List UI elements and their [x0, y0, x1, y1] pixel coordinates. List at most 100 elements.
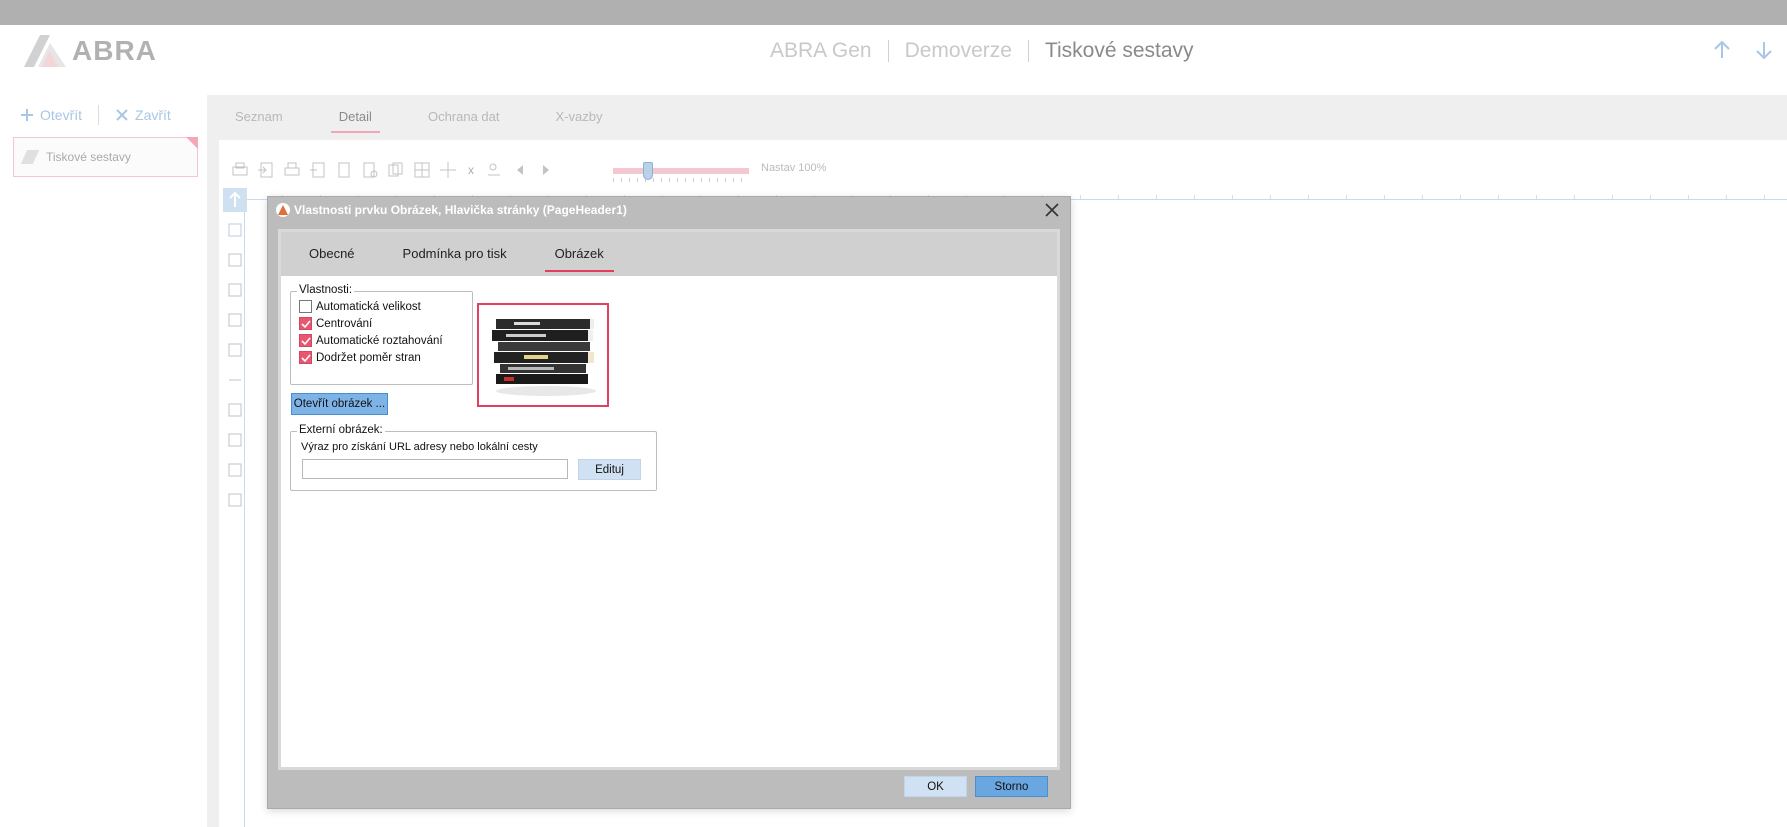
checkbox-box[interactable] [299, 334, 312, 347]
zoom-track [613, 168, 749, 174]
tab-data-protection[interactable]: Ochrana dat [428, 95, 500, 133]
abra-logo-icon [24, 35, 66, 67]
checkbox-box[interactable] [299, 300, 312, 313]
record-navigation [1709, 37, 1777, 63]
chart-element-icon[interactable] [223, 428, 247, 452]
plus-icon [21, 109, 33, 121]
shape-icon[interactable] [223, 338, 247, 362]
dialog-title-bar: Vlastnosti prvku Obrázek, Hlavička strán… [268, 197, 1070, 223]
subreport-icon[interactable] [223, 308, 247, 332]
open-agenda-button[interactable]: Otevřít [20, 107, 82, 123]
checkbox-label: Dodržet poměr stran [316, 351, 421, 364]
breadcrumb: ABRA Gen Demoverze Tiskové sestavy [770, 39, 1194, 63]
page-settings-icon[interactable] [359, 159, 381, 181]
breadcrumb-item-company[interactable]: Demoverze [905, 39, 1012, 63]
close-agenda-label: Zavřít [135, 107, 171, 123]
external-label: Výraz pro získání URL adresy nebo lokáln… [301, 441, 538, 453]
checkmark-icon [300, 319, 311, 328]
zoom-label[interactable]: Nastav 100% [761, 162, 826, 174]
print-icon[interactable] [281, 159, 303, 181]
open-image-button[interactable]: Otevřít obrázek ... [291, 393, 388, 415]
x-coordinate-icon: x [468, 163, 474, 177]
zoom-slider[interactable] [613, 162, 749, 186]
properties-dialog: Vlastnosti prvku Obrázek, Hlavička strán… [267, 196, 1071, 809]
checkbox-box[interactable] [299, 317, 312, 330]
external-image-input[interactable] [302, 459, 568, 479]
copy-icon[interactable] [385, 159, 407, 181]
left-actions: Otevřít Zavřít [20, 105, 171, 125]
page-icon[interactable] [333, 159, 355, 181]
external-legend: Externí obrázek: [297, 424, 385, 436]
tab-list[interactable]: Seznam [235, 95, 283, 133]
designer-toolbar: x [229, 158, 557, 182]
checkmark-icon [300, 353, 311, 362]
close-icon[interactable] [1042, 200, 1062, 220]
move-icon[interactable] [437, 159, 459, 181]
close-icon [116, 109, 128, 121]
app-header: ABRA ABRA Gen Demoverze Tiskové sestavy [0, 25, 1787, 95]
tab-general[interactable]: Obecné [309, 232, 355, 272]
keep-aspect-ratio-checkbox[interactable]: Dodržet poměr stran [299, 351, 421, 364]
image-element-icon[interactable] [223, 278, 247, 302]
arrow-up-icon[interactable] [1709, 37, 1735, 63]
dialog-tabs: Obecné Podmínka pro tisk Obrázek [281, 232, 1057, 276]
auto-stretch-checkbox[interactable]: Automatické roztahování [299, 334, 443, 347]
export-icon[interactable] [255, 159, 277, 181]
text-field-icon[interactable] [223, 218, 247, 242]
properties-group: Vlastnosti: Automatická velikost Centrov… [290, 284, 473, 385]
checkbox-label: Automatická velikost [316, 300, 421, 313]
close-agenda-button[interactable]: Zavřít [115, 107, 171, 123]
books-image-icon [492, 319, 596, 396]
abra-logo: ABRA [24, 35, 157, 67]
edit-button[interactable]: Edituj [578, 459, 641, 480]
properties-legend: Vlastnosti: [297, 284, 355, 296]
tab-detail[interactable]: Detail [330, 95, 381, 133]
checkmark-icon [300, 336, 311, 345]
agenda-corner-marker [186, 137, 198, 149]
cancel-button[interactable]: Storno [975, 776, 1048, 797]
external-image-group: Externí obrázek: Výraz pro získání URL a… [290, 424, 657, 491]
main-tabs: Seznam Detail Ochrana dat X-vazby [207, 95, 630, 140]
abra-app-icon [276, 203, 290, 217]
checkbox-label: Automatické roztahování [316, 334, 443, 347]
print-preview-icon[interactable] [229, 159, 251, 181]
band-icon[interactable] [223, 458, 247, 482]
tab-print-condition[interactable]: Podmínka pro tisk [403, 232, 507, 272]
window-top-bar [0, 0, 1787, 25]
pointer-icon[interactable] [223, 188, 247, 212]
side-toolbox [223, 188, 249, 512]
zoom-thumb[interactable] [643, 162, 653, 180]
left-panel: Otevřít Zavřít Tiskové sestavy [0, 95, 207, 827]
dialog-title: Vlastnosti prvku Obrázek, Hlavička strán… [294, 203, 627, 217]
previous-icon[interactable] [509, 159, 531, 181]
logo-text: ABRA [72, 35, 157, 66]
breadcrumb-separator [1027, 40, 1029, 62]
agenda-item-label: Tiskové sestavy [46, 150, 131, 164]
center-checkbox[interactable]: Centrování [299, 317, 372, 330]
next-icon[interactable] [535, 159, 557, 181]
zoom-ticks [613, 178, 749, 182]
sort-icon[interactable] [483, 159, 505, 181]
arrow-down-icon[interactable] [1751, 37, 1777, 63]
auto-size-checkbox[interactable]: Automatická velikost [299, 300, 421, 313]
label-icon[interactable] [223, 248, 247, 272]
dialog-body: Obecné Podmínka pro tisk Obrázek Vlastno… [278, 229, 1060, 770]
grid-icon[interactable] [411, 159, 433, 181]
checkbox-box[interactable] [299, 351, 312, 364]
breadcrumb-item-current: Tiskové sestavy [1044, 39, 1194, 62]
breadcrumb-item-app[interactable]: ABRA Gen [770, 39, 872, 63]
barcode-icon[interactable] [223, 398, 247, 422]
group-icon[interactable] [223, 488, 247, 512]
tab-image[interactable]: Obrázek [544, 232, 614, 272]
agenda-item-print-reports[interactable]: Tiskové sestavy [13, 137, 198, 177]
import-icon[interactable] [307, 159, 329, 181]
ok-button[interactable]: OK [904, 776, 967, 797]
tab-x-links[interactable]: X-vazby [556, 95, 603, 133]
agenda-stripe-icon [20, 150, 40, 164]
action-separator [98, 105, 100, 125]
image-preview [477, 303, 609, 407]
open-agenda-label: Otevřít [40, 107, 83, 123]
line-icon[interactable] [223, 368, 247, 392]
breadcrumb-separator [887, 40, 889, 62]
checkbox-label: Centrování [316, 317, 373, 330]
